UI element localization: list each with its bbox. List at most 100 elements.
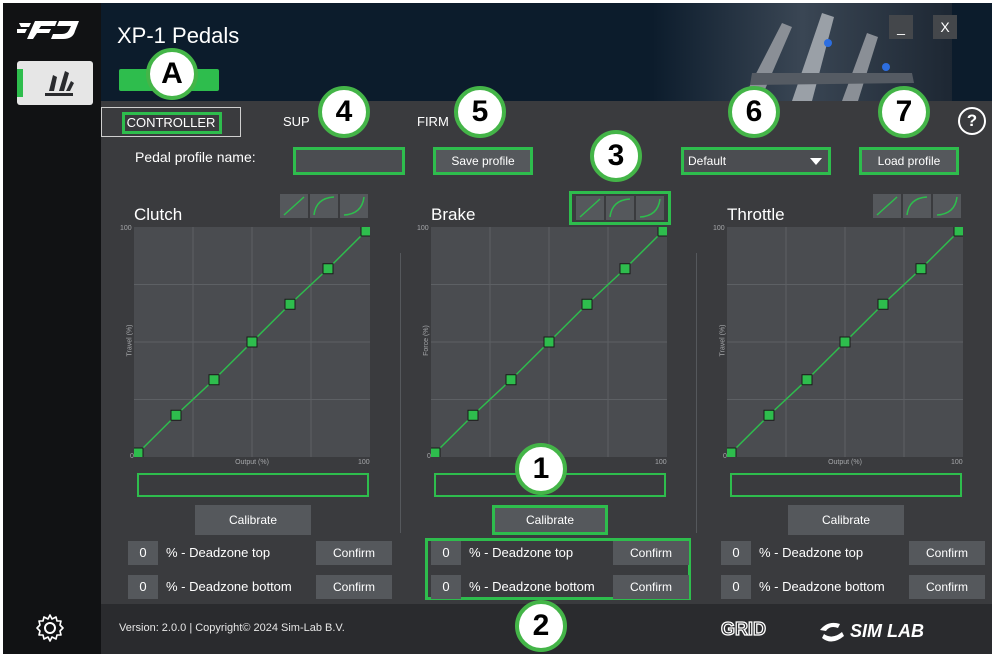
curve-point-handle[interactable] [543,336,555,348]
throttle-panel: Throttle 100 0 100 Output (%) Travel (%)… [699,191,992,601]
simlab-logo-text: SIM LAB [850,621,924,641]
curve-point-handle[interactable] [467,409,479,421]
profile-name-input[interactable] [293,147,405,175]
simlab-logo: SIM LAB [820,621,924,642]
y-axis-label: Force (%) [422,325,430,356]
deadzone-top-input[interactable]: 0 [721,541,751,565]
curve-point-handle[interactable] [170,409,182,421]
calibrate-button[interactable]: Calibrate [492,505,608,535]
deadzone-bottom-input[interactable]: 0 [128,575,158,599]
curve-point-handle[interactable] [505,374,517,386]
curve-regressive-button[interactable] [340,194,368,218]
curve-preset-group [871,193,963,221]
deadzone-bottom-confirm-button[interactable]: Confirm [909,575,985,599]
callout-badge: 4 [318,86,370,138]
callout-badge: 3 [590,130,642,182]
y-tick-max: 100 [713,225,725,232]
curve-point-handle[interactable] [246,336,258,348]
tab-support[interactable]: SUP [279,107,314,137]
linear-curve-icon [876,196,898,216]
y-tick-max: 100 [417,225,429,232]
curve-point-handle[interactable] [284,298,296,310]
curve-linear-button[interactable] [576,196,604,220]
curve-point-handle[interactable] [581,298,593,310]
curve-progressive-button[interactable] [310,194,338,218]
curve-point-handle[interactable] [727,447,737,457]
linear-curve-icon [283,196,305,216]
calibrate-button[interactable]: Calibrate [195,505,311,535]
deadzone-bottom-confirm-button[interactable]: Confirm [316,575,392,599]
travel-indicator-bar [137,473,369,497]
chevron-down-icon [810,158,822,165]
curve-point-handle[interactable] [619,263,631,275]
callout-badge: A [146,48,198,100]
regressive-curve-icon [639,198,661,218]
panel-divider [400,253,401,533]
deadzone-top-row: 0 % - Deadzone top Confirm [431,541,699,565]
calibrate-button[interactable]: Calibrate [788,505,904,535]
curve-progressive-button[interactable] [606,196,634,220]
nav-pedals-button[interactable] [17,61,93,105]
deadzone-bottom-input[interactable]: 0 [431,575,461,599]
curve-point-handle[interactable] [839,336,851,348]
deadzone-bottom-confirm-button[interactable]: Confirm [613,575,689,599]
deadzone-top-input[interactable]: 0 [431,541,461,565]
pedals-icon [45,71,74,96]
callout-badge: 2 [515,600,567,652]
deadzone-top-confirm-button[interactable]: Confirm [909,541,985,565]
curve-progressive-button[interactable] [903,194,931,218]
curve-point-handle[interactable] [431,447,441,457]
deadzone-top-label: % - Deadzone top [469,545,574,560]
profile-select[interactable]: Default [681,147,831,175]
version-text: Version: 2.0.0 | Copyright© 2024 Sim-Lab… [119,622,345,634]
curve-point-handle[interactable] [877,298,889,310]
curve-point-handle[interactable] [763,409,775,421]
callout-badge: 7 [878,86,930,138]
grid-logo: GRID [720,618,766,639]
curve-preset-group [278,193,370,221]
deadzone-top-label: % - Deadzone top [759,545,864,560]
tab-controller[interactable]: CONTROLLER [101,107,241,137]
curve-point-handle[interactable] [208,374,220,386]
y-tick-min: 0 [427,453,431,460]
curve-point-handle[interactable] [134,447,144,457]
minimize-button[interactable]: _ [889,15,913,39]
active-indicator [17,69,23,97]
pedal-curve-chart: 100 0 100 Output (%) Travel (%) [713,225,963,466]
pedal-name: Brake [431,205,476,224]
close-button[interactable]: X [933,15,957,39]
deadzone-top-input[interactable]: 0 [128,541,158,565]
progressive-curve-icon [906,196,928,216]
curve-point-handle[interactable] [953,227,963,237]
curve-plot [134,227,370,457]
curve-point-handle[interactable] [360,227,370,237]
curve-point-handle[interactable] [322,263,334,275]
curve-linear-button[interactable] [873,194,901,218]
brake-panel: Brake 100 0 100 Force (%) Calibrate 0 % … [403,191,697,601]
app-title: XP-1 Pedals [117,23,240,48]
progressive-curve-icon [609,198,631,218]
pedal-name: Throttle [727,205,785,224]
clutch-panel: Clutch 100 0 100 Output (%) Travel (%) C… [106,191,400,601]
save-profile-button[interactable]: Save profile [433,147,533,175]
highlight-frame [122,112,222,134]
settings-gear-icon[interactable] [33,611,67,645]
load-profile-button[interactable]: Load profile [859,147,959,175]
deadzone-bottom-label: % - Deadzone bottom [166,579,292,594]
curve-regressive-button[interactable] [636,196,664,220]
deadzone-top-confirm-button[interactable]: Confirm [613,541,689,565]
curve-point-handle[interactable] [657,227,667,237]
curve-regressive-button[interactable] [933,194,961,218]
help-icon[interactable]: ? [958,107,986,135]
deadzone-bottom-label: % - Deadzone bottom [469,579,595,594]
callout-badge: 1 [515,443,567,495]
curve-point-handle[interactable] [801,374,813,386]
curve-linear-button[interactable] [280,194,308,218]
x-axis-label: Output (%) [235,459,269,466]
deadzone-bottom-input[interactable]: 0 [721,575,751,599]
grid-logo-text: GRID [721,619,766,639]
deadzone-top-row: 0 % - Deadzone top Confirm [128,541,396,565]
deadzone-top-confirm-button[interactable]: Confirm [316,541,392,565]
tab-firmware[interactable]: FIRM [413,107,453,137]
curve-point-handle[interactable] [915,263,927,275]
